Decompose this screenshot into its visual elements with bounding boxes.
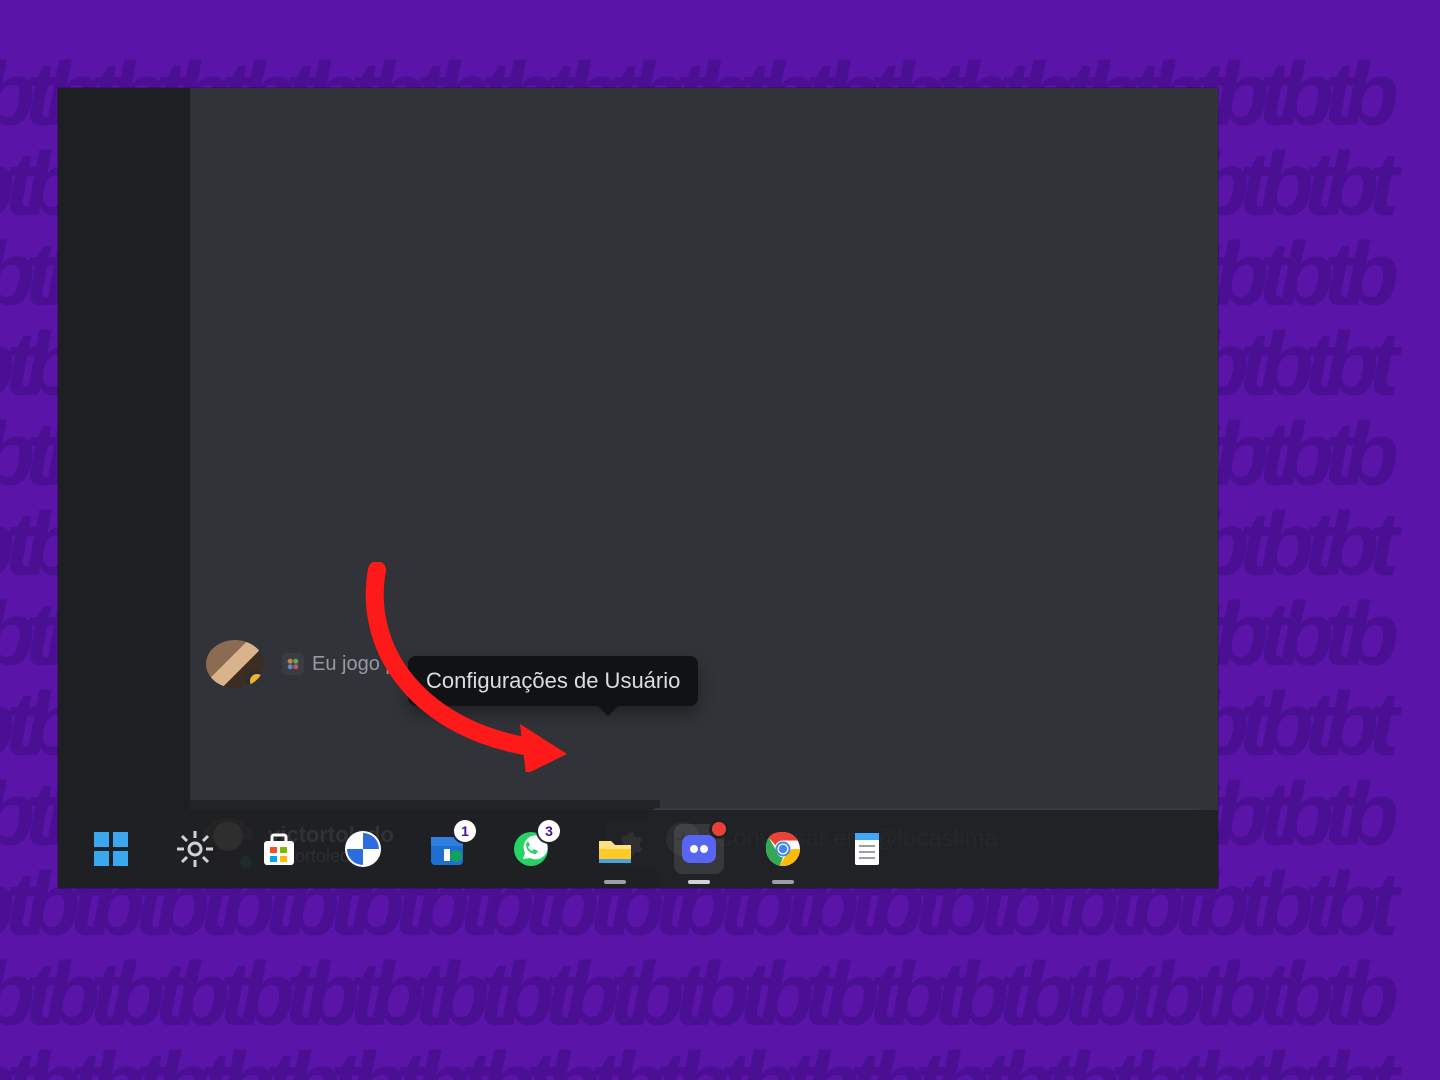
taskbar-chrome[interactable]: [758, 824, 808, 874]
taskbar-running-indicator: [604, 880, 626, 884]
game-icon: [282, 653, 304, 675]
windows-logo-icon: [91, 829, 131, 869]
start-button[interactable]: [86, 824, 136, 874]
taskbar-microsoft-store[interactable]: [254, 824, 304, 874]
app-icon: [343, 829, 383, 869]
discord-icon: [679, 829, 719, 869]
guild-sidebar[interactable]: [58, 88, 190, 888]
store-icon: [259, 829, 299, 869]
discord-window: Eu jogo p Configurações de Usuário victo…: [58, 88, 1218, 888]
taskbar-app-blue[interactable]: [338, 824, 388, 874]
settings-tooltip: Configurações de Usuário: [408, 656, 698, 706]
taskbar-calendar[interactable]: 1: [422, 824, 472, 874]
chat-area: [190, 88, 1218, 800]
taskbar-running-indicator: [688, 880, 710, 884]
taskbar-file-explorer[interactable]: [590, 824, 640, 874]
taskbar-whatsapp[interactable]: 3: [506, 824, 556, 874]
taskbar-discord[interactable]: [674, 824, 724, 874]
tooltip-text: Configurações de Usuário: [426, 668, 680, 693]
notepad-icon: [847, 829, 887, 869]
chrome-icon: [763, 829, 803, 869]
dm-avatar: [206, 640, 264, 688]
taskbar-running-indicator: [772, 880, 794, 884]
dm-activity-label: Eu jogo p: [312, 653, 397, 676]
calendar-badge: 1: [454, 820, 476, 842]
idle-status-icon: [246, 670, 264, 688]
taskbar-notepad[interactable]: [842, 824, 892, 874]
dm-activity-text: Eu jogo p: [282, 653, 397, 676]
discord-notification-dot: [712, 822, 726, 836]
taskbar-settings[interactable]: [170, 824, 220, 874]
whatsapp-badge: 3: [538, 820, 560, 842]
dm-list-item[interactable]: Eu jogo p: [206, 640, 397, 688]
windows-taskbar[interactable]: 1 3: [58, 810, 1218, 888]
folder-icon: [595, 829, 635, 869]
gear-icon: [175, 829, 215, 869]
